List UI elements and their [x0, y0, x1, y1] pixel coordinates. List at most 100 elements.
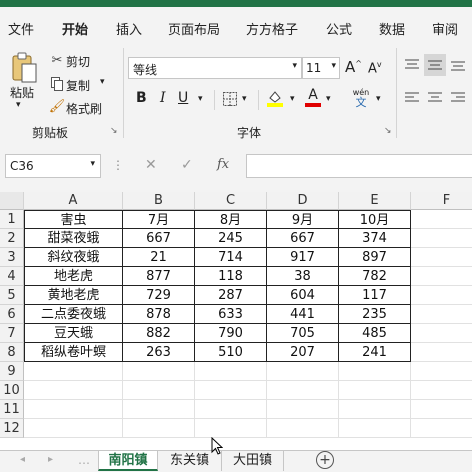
table-cell[interactable]: 豆天蛾	[24, 324, 123, 343]
row-header[interactable]: 8	[0, 343, 24, 362]
tab-page-layout[interactable]: 页面布局	[168, 19, 220, 38]
table-cell[interactable]: 790	[195, 324, 267, 343]
table-cell[interactable]	[411, 381, 472, 400]
table-cell[interactable]: 241	[339, 343, 411, 362]
table-cell[interactable]	[123, 381, 195, 400]
tab-data[interactable]: 数据	[379, 19, 405, 38]
table-cell[interactable]	[267, 362, 339, 381]
table-cell[interactable]	[123, 400, 195, 419]
table-cell[interactable]	[339, 362, 411, 381]
table-cell[interactable]	[411, 210, 472, 229]
table-cell[interactable]	[411, 419, 472, 438]
table-cell[interactable]	[267, 381, 339, 400]
table-cell[interactable]	[195, 381, 267, 400]
column-header-c[interactable]: C	[195, 192, 267, 210]
tab-review[interactable]: 审阅	[432, 19, 458, 38]
table-cell[interactable]	[411, 343, 472, 362]
table-cell[interactable]: 374	[339, 229, 411, 248]
align-top-icon[interactable]	[404, 57, 420, 73]
table-cell[interactable]	[411, 400, 472, 419]
formula-input[interactable]	[246, 154, 472, 178]
font-color-icon[interactable]: A	[304, 86, 322, 108]
table-cell[interactable]	[24, 381, 123, 400]
clipboard-launcher-icon[interactable]: ↘	[110, 126, 118, 136]
phonetic-dropdown-icon[interactable]: ▾	[376, 94, 381, 104]
align-bottom-icon[interactable]	[450, 57, 466, 73]
paste-icon[interactable]	[8, 50, 40, 86]
table-cell[interactable]: 235	[339, 305, 411, 324]
underline-dropdown-icon[interactable]: ▾	[198, 94, 203, 104]
table-cell[interactable]: 38	[267, 267, 339, 286]
tab-home[interactable]: 开始	[62, 19, 88, 38]
shrink-font-icon[interactable]: Av	[368, 60, 382, 76]
table-cell[interactable]	[411, 229, 472, 248]
align-center-icon[interactable]	[427, 90, 443, 106]
copy-button[interactable]: 复制	[66, 77, 90, 94]
borders-icon[interactable]	[222, 91, 238, 107]
underline-button[interactable]: U	[178, 90, 188, 106]
tab-fangfang[interactable]: 方方格子	[246, 19, 298, 38]
table-cell[interactable]: 21	[123, 248, 195, 267]
table-cell[interactable]	[123, 419, 195, 438]
table-cell[interactable]	[195, 400, 267, 419]
column-header-a[interactable]: A	[24, 192, 123, 210]
table-cell[interactable]	[24, 362, 123, 381]
table-cell[interactable]: 9月	[267, 210, 339, 229]
select-all-corner[interactable]	[0, 192, 24, 210]
tab-insert[interactable]: 插入	[116, 19, 142, 38]
table-cell[interactable]: 441	[267, 305, 339, 324]
table-cell[interactable]: 667	[267, 229, 339, 248]
row-header[interactable]: 5	[0, 286, 24, 305]
align-middle-icon[interactable]	[424, 54, 446, 76]
table-cell[interactable]	[195, 419, 267, 438]
font-launcher-icon[interactable]: ↘	[384, 126, 392, 136]
fill-color-dropdown-icon[interactable]: ▾	[290, 94, 295, 104]
bold-button[interactable]: B	[136, 90, 147, 106]
table-cell[interactable]: 117	[339, 286, 411, 305]
row-header[interactable]: 7	[0, 324, 24, 343]
table-cell[interactable]: 633	[195, 305, 267, 324]
table-cell[interactable]	[339, 381, 411, 400]
scroll-right-icon[interactable]: ▸	[48, 454, 53, 465]
table-cell[interactable]	[24, 400, 123, 419]
enter-icon[interactable]: ✓	[181, 157, 193, 173]
table-cell[interactable]	[411, 324, 472, 343]
row-header[interactable]: 12	[0, 419, 24, 438]
fill-color-icon[interactable]	[266, 88, 284, 108]
copy-dropdown-icon[interactable]: ▾	[100, 77, 105, 87]
table-cell[interactable]: 714	[195, 248, 267, 267]
sheet-tab-datian[interactable]: 大田镇	[222, 451, 284, 471]
worksheet-grid[interactable]: A B C D E F 1 害虫 7月 8月 9月 10月 2 甜菜夜蛾 667 245 667 37…	[0, 192, 472, 450]
table-cell[interactable]	[195, 362, 267, 381]
row-header[interactable]: 2	[0, 229, 24, 248]
table-cell[interactable]: 878	[123, 305, 195, 324]
table-cell[interactable]	[267, 419, 339, 438]
table-cell[interactable]: 8月	[195, 210, 267, 229]
table-cell[interactable]: 510	[195, 343, 267, 362]
table-cell[interactable]: 782	[339, 267, 411, 286]
scissors-icon[interactable]: ✂	[50, 52, 64, 68]
table-cell[interactable]	[411, 362, 472, 381]
font-name-select[interactable]: 等线 ▾	[128, 57, 302, 79]
table-cell[interactable]: 10月	[339, 210, 411, 229]
table-cell[interactable]	[411, 248, 472, 267]
table-cell[interactable]	[411, 305, 472, 324]
font-size-select[interactable]: 11 ▾	[302, 57, 340, 79]
row-header[interactable]: 1	[0, 210, 24, 229]
row-header[interactable]: 4	[0, 267, 24, 286]
table-cell[interactable]: 667	[123, 229, 195, 248]
column-header-f[interactable]: F	[411, 192, 472, 210]
grow-font-icon[interactable]: A^	[345, 58, 362, 76]
table-cell[interactable]: 877	[123, 267, 195, 286]
table-cell[interactable]	[339, 419, 411, 438]
align-left-icon[interactable]	[404, 90, 420, 106]
align-right-icon[interactable]	[450, 90, 466, 106]
table-cell[interactable]: 882	[123, 324, 195, 343]
table-cell[interactable]: 害虫	[24, 210, 123, 229]
table-cell[interactable]: 斜纹夜蛾	[24, 248, 123, 267]
table-cell[interactable]: 263	[123, 343, 195, 362]
table-cell[interactable]: 7月	[123, 210, 195, 229]
italic-button[interactable]: I	[160, 90, 166, 106]
cut-button[interactable]: 剪切	[66, 53, 90, 70]
format-painter-icon[interactable]: 🖌	[49, 98, 66, 114]
